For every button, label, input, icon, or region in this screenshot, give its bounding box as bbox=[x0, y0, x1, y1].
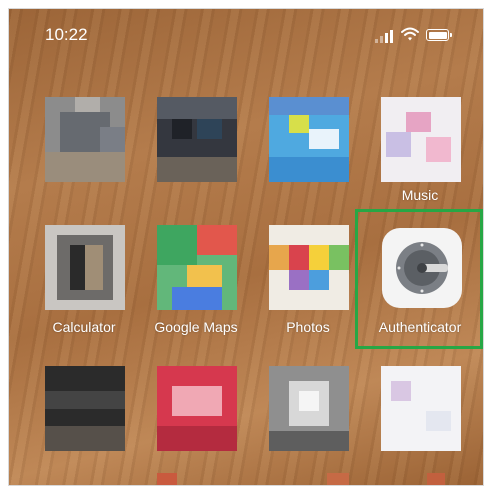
pixelated-app-icon bbox=[269, 97, 349, 182]
pixelated-app-icon bbox=[45, 366, 125, 451]
google-maps-icon bbox=[157, 225, 237, 310]
app-icon-music[interactable]: Music bbox=[365, 85, 475, 205]
battery-icon bbox=[426, 29, 452, 41]
pixelated-app-icon bbox=[157, 366, 237, 451]
pixelated-app-icon bbox=[269, 366, 349, 451]
app-icon-9[interactable] bbox=[29, 354, 139, 464]
photos-icon bbox=[269, 225, 349, 310]
pixelated-app-icon bbox=[157, 97, 237, 182]
app-label: Google Maps bbox=[154, 319, 238, 335]
cellular-signal-icon bbox=[375, 29, 395, 43]
wifi-icon bbox=[401, 27, 419, 41]
app-icon-10[interactable] bbox=[141, 354, 251, 464]
app-icon-2[interactable] bbox=[141, 85, 251, 205]
status-icons bbox=[375, 25, 455, 45]
app-icon-3[interactable] bbox=[253, 85, 363, 205]
app-icon-google-maps[interactable]: Google Maps bbox=[141, 213, 251, 343]
pixelated-app-icon bbox=[45, 97, 125, 182]
music-icon bbox=[381, 97, 461, 182]
app-icon-12[interactable] bbox=[365, 354, 475, 464]
app-icon-11[interactable] bbox=[253, 354, 363, 464]
app-label: Music bbox=[401, 187, 439, 203]
app-label: Photos bbox=[286, 319, 330, 335]
app-icon-photos[interactable]: Photos bbox=[253, 213, 363, 343]
pixelated-app-icon bbox=[381, 366, 461, 451]
app-icon-1[interactable] bbox=[29, 85, 139, 205]
authenticator-highlight bbox=[355, 209, 483, 349]
home-screen: 10:22 Music Calculator Google Maps Photo… bbox=[8, 8, 484, 486]
partial-next-row bbox=[9, 465, 483, 485]
calculator-icon bbox=[45, 225, 125, 310]
app-icon-calculator[interactable]: Calculator bbox=[29, 213, 139, 343]
status-time: 10:22 bbox=[45, 25, 88, 44]
app-label: Calculator bbox=[52, 319, 116, 335]
